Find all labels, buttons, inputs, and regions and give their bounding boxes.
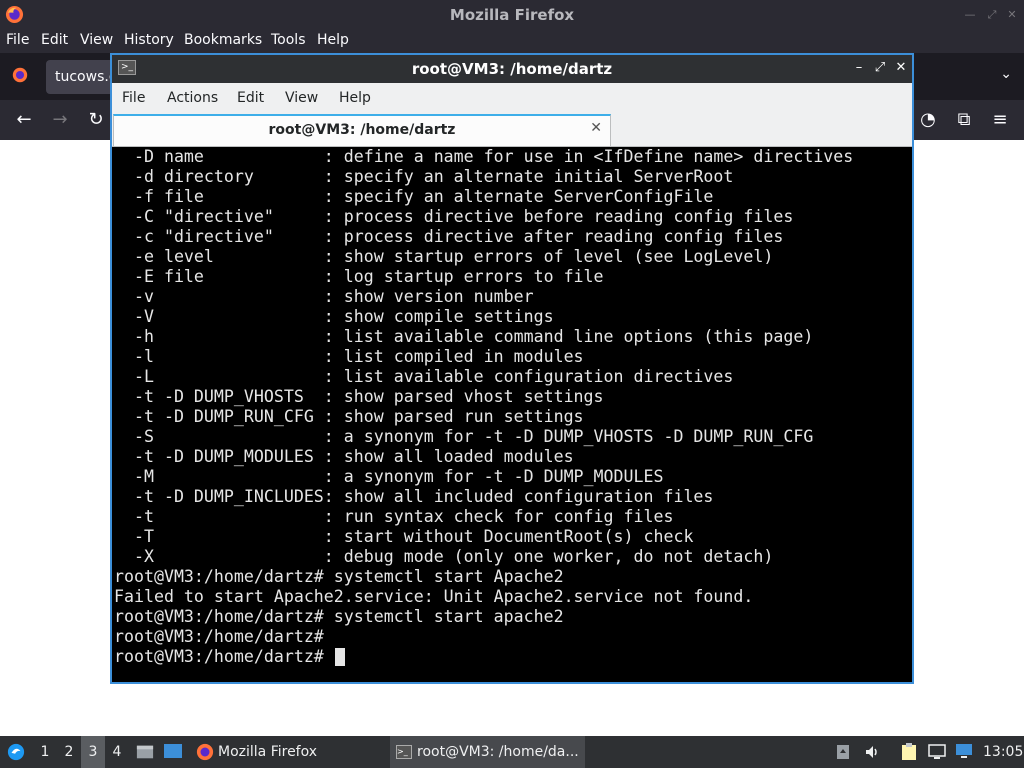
list-all-tabs-icon[interactable]: ⌄ <box>1000 66 1012 82</box>
terminal-tabbar: root@VM3: /home/dartz ✕ <box>112 113 912 147</box>
menu-bookmarks[interactable]: Bookmarks <box>184 32 262 48</box>
terminal-cursor <box>335 648 345 666</box>
terminal-icon: >_ <box>396 745 412 759</box>
terminal-tab-label: root@VM3: /home/dartz <box>268 122 456 138</box>
file-manager-icon[interactable] <box>136 743 154 761</box>
volume-icon[interactable] <box>864 744 880 760</box>
forward-icon[interactable]: → <box>48 108 72 132</box>
menu-view[interactable]: View <box>80 32 113 48</box>
show-desktop-icon[interactable] <box>163 743 183 761</box>
menu-history[interactable]: History <box>124 32 174 48</box>
terminal-window-title: root@VM3: /home/dartz <box>411 60 613 78</box>
clock[interactable]: 13:05 <box>983 736 1023 768</box>
menu-help[interactable]: Help <box>317 32 349 48</box>
terminal-menu-edit[interactable]: Edit <box>237 90 264 106</box>
taskbar: 1 2 3 4 Mozilla Firefox >_ root@VM3: /ho… <box>0 736 1024 768</box>
workspace-1[interactable]: 1 <box>33 736 57 768</box>
back-icon[interactable]: ← <box>12 108 36 132</box>
workspace-4[interactable]: 4 <box>105 736 129 768</box>
terminal-text: -D name : define a name for use in <IfDe… <box>114 147 854 666</box>
taskbar-firefox-button[interactable]: Mozilla Firefox <box>192 736 382 768</box>
minimize-icon[interactable]: – <box>852 60 866 76</box>
menu-tools[interactable]: Tools <box>271 32 306 48</box>
extensions-icon[interactable]: ⧉ <box>952 108 976 132</box>
terminal-output[interactable]: -D name : define a name for use in <IfDe… <box>114 147 910 682</box>
firefox-menubar: File Edit View History Bookmarks Tools H… <box>0 30 1024 53</box>
taskbar-terminal-label: root@VM3: /home/da... <box>417 744 579 760</box>
firefox-account-icon[interactable]: ◔ <box>916 108 940 132</box>
terminal-tab[interactable]: root@VM3: /home/dartz ✕ <box>113 114 611 146</box>
close-tab-icon[interactable]: ✕ <box>590 120 602 136</box>
workspace-3[interactable]: 3 <box>81 736 105 768</box>
menu-edit[interactable]: Edit <box>41 32 68 48</box>
workspace-2[interactable]: 2 <box>57 736 81 768</box>
reload-icon[interactable]: ↻ <box>84 108 108 132</box>
terminal-titlebar: >_ root@VM3: /home/dartz – ⤢ ✕ <box>112 55 912 83</box>
close-icon[interactable]: ✕ <box>894 60 908 76</box>
start-menu-icon[interactable] <box>7 743 25 761</box>
terminal-menu-file[interactable]: File <box>122 90 145 106</box>
terminal-menu-actions[interactable]: Actions <box>167 90 218 106</box>
taskbar-firefox-label: Mozilla Firefox <box>218 744 318 760</box>
terminal-menu-view[interactable]: View <box>285 90 318 106</box>
app-menu-icon[interactable]: ≡ <box>988 108 1012 132</box>
display-icon[interactable] <box>928 744 946 760</box>
notifications-icon[interactable] <box>835 744 851 760</box>
close-icon[interactable]: ✕ <box>1005 8 1019 22</box>
maximize-icon[interactable]: ⤢ <box>873 60 887 76</box>
terminal-menu-help[interactable]: Help <box>339 90 371 106</box>
minimize-icon[interactable]: — <box>963 8 977 22</box>
firefox-titlebar: Mozilla Firefox — ⤢ ✕ <box>0 0 1024 30</box>
network-icon[interactable] <box>955 743 973 759</box>
firefox-window-title: Mozilla Firefox <box>449 6 575 24</box>
clipboard-icon[interactable] <box>900 743 918 761</box>
menu-file[interactable]: File <box>6 32 29 48</box>
maximize-icon[interactable]: ⤢ <box>985 8 999 22</box>
taskbar-terminal-button[interactable]: >_ root@VM3: /home/da... <box>390 736 585 768</box>
firefox-icon <box>196 743 214 761</box>
terminal-window[interactable]: >_ root@VM3: /home/dartz – ⤢ ✕ File Acti… <box>110 53 914 684</box>
firefox-view-icon[interactable] <box>11 66 29 84</box>
terminal-menubar: File Actions Edit View Help <box>112 83 912 113</box>
